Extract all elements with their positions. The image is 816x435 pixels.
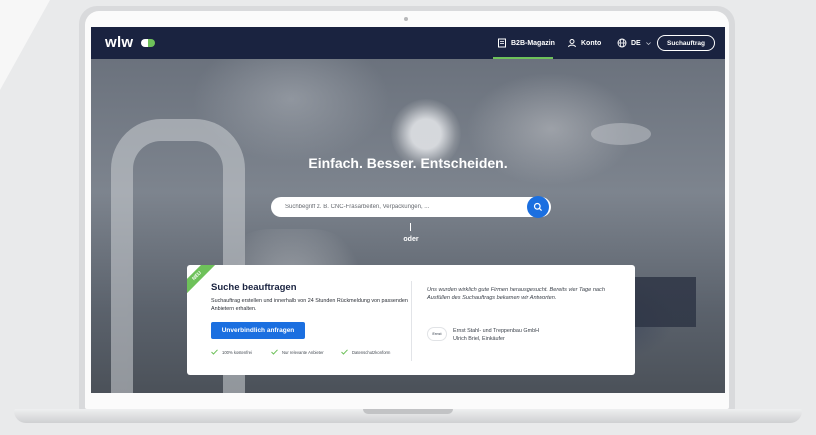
- user-icon: [568, 39, 576, 48]
- search-input[interactable]: [285, 204, 515, 210]
- nav-account-label: Konto: [581, 39, 602, 47]
- top-navigation: wlw B2B-Magazin Konto DE Suchauftrag: [91, 27, 725, 59]
- nav-account[interactable]: Konto: [567, 27, 601, 59]
- camera-dot: [404, 17, 408, 21]
- feature-label: Datenschutzkonform: [352, 349, 391, 355]
- search-order-button[interactable]: Suchauftrag: [657, 35, 715, 51]
- nav-language-select[interactable]: DE: [617, 27, 652, 59]
- feature-label: 100% kostenfrei: [222, 349, 253, 355]
- check-icon: [341, 349, 348, 355]
- nav-active-indicator: [493, 57, 553, 59]
- search-icon: [533, 202, 543, 212]
- card-title: Suche beauftragen: [211, 282, 297, 293]
- testimonial-author: Ernst Stahl- und Treppenbau GmbH Ulrich …: [453, 327, 539, 343]
- laptop-notch: [363, 409, 453, 414]
- request-button[interactable]: Unverbindlich anfragen: [211, 322, 305, 339]
- nav-b2b-magazine-label: B2B-Magazin: [511, 39, 555, 47]
- search-bar: [271, 197, 551, 217]
- feature-label: Nur relevante Anbieter: [282, 349, 324, 355]
- ceiling-lamp-shape: [591, 123, 651, 145]
- nav-b2b-magazine[interactable]: B2B-Magazin: [497, 27, 555, 59]
- or-divider-line: [410, 223, 411, 231]
- or-label: oder: [403, 236, 419, 243]
- check-icon: [271, 349, 278, 355]
- company-name: Ernst Stahl- und Treppenbau GmbH: [453, 328, 539, 334]
- magazine-icon: [498, 38, 506, 48]
- wlw-logo[interactable]: wlw: [105, 34, 133, 51]
- laptop-screen: wlw B2B-Magazin Konto DE Suchauftrag Ein…: [91, 27, 725, 393]
- feature-item: 100% kostenfrei: [211, 349, 252, 355]
- card-description: Suchauftrag erstellen und innerhalb von …: [211, 298, 408, 312]
- person-name: Ulrich Briel, Einkäufer: [453, 336, 505, 342]
- search-button[interactable]: [527, 196, 549, 218]
- globe-icon: [617, 38, 627, 48]
- check-icon: [211, 349, 218, 355]
- chevron-down-icon: [645, 41, 651, 45]
- company-logo: Ernst: [427, 327, 447, 341]
- testimonial-quote: Uns wurden wirklich gute Firmen herausge…: [427, 287, 605, 301]
- card-divider: [411, 281, 412, 361]
- search-order-card: NEU Suche beauftragen Suchauftrag erstel…: [187, 265, 635, 375]
- nav-language-label: DE: [631, 39, 641, 47]
- feature-item: Nur relevante Anbieter: [271, 349, 324, 355]
- logo-pill-icon: [141, 39, 155, 47]
- feature-item: Datenschutzkonform: [341, 349, 390, 355]
- hero-title: Einfach. Besser. Entscheiden.: [308, 155, 508, 171]
